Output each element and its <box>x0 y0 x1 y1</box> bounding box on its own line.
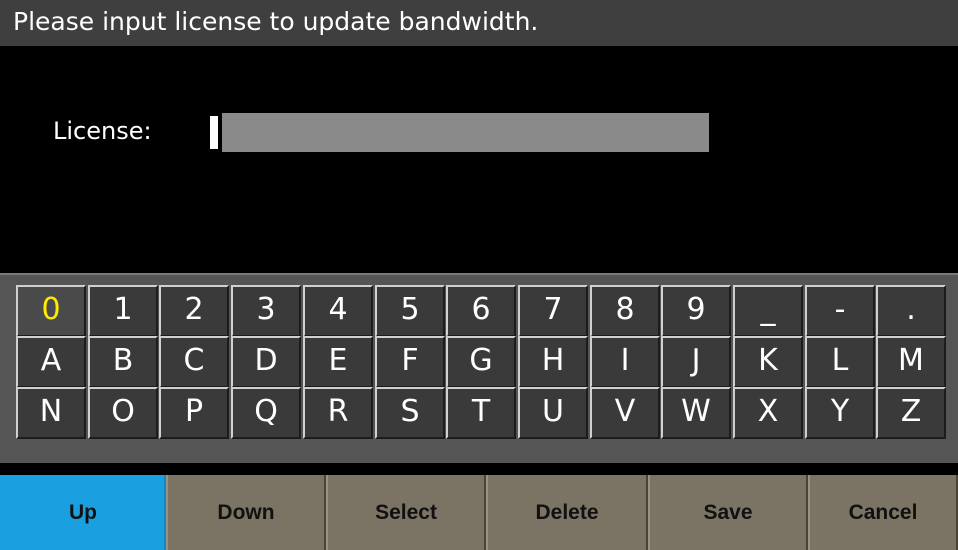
key-4[interactable]: 4 <box>303 285 373 337</box>
key-n[interactable]: N <box>16 387 86 439</box>
key-c[interactable]: C <box>159 336 229 388</box>
key-1[interactable]: 1 <box>88 285 158 337</box>
key-9[interactable]: 9 <box>661 285 731 337</box>
license-entry-area: License: <box>0 46 958 273</box>
license-dialog: Please input license to update bandwidth… <box>0 0 958 550</box>
key-g[interactable]: G <box>446 336 516 388</box>
key-l[interactable]: L <box>805 336 875 388</box>
key-hyphen[interactable]: - <box>805 285 875 337</box>
key-period[interactable]: . <box>876 285 946 337</box>
license-label: License: <box>53 117 152 145</box>
virtual-keyboard: 0 1 2 3 4 5 6 7 8 9 _ -. ABCDEFGHIJKLM NOPQRSTUVWXY… <box>0 273 958 463</box>
key-j[interactable]: J <box>661 336 731 388</box>
license-input[interactable] <box>222 113 709 152</box>
key-s[interactable]: S <box>375 387 445 439</box>
key-e[interactable]: E <box>303 336 373 388</box>
key-2[interactable]: 2 <box>159 285 229 337</box>
key-w[interactable]: W <box>661 387 731 439</box>
key-i[interactable]: I <box>590 336 660 388</box>
key-r[interactable]: R <box>303 387 373 439</box>
key-o[interactable]: O <box>88 387 158 439</box>
softkey-bar: Up Down Select Delete Save Cancel <box>0 475 958 550</box>
dialog-title: Please input license to update bandwidth… <box>0 0 958 46</box>
delete-button[interactable]: Delete <box>486 475 648 550</box>
key-m[interactable]: M <box>876 336 946 388</box>
key-5[interactable]: 5 <box>375 285 445 337</box>
text-cursor <box>210 116 218 149</box>
key-v[interactable]: V <box>590 387 660 439</box>
key-q[interactable]: Q <box>231 387 301 439</box>
key-0[interactable]: 0 <box>16 285 86 337</box>
down-button[interactable]: Down <box>166 475 326 550</box>
key-6[interactable]: 6 <box>446 285 516 337</box>
key-f[interactable]: F <box>375 336 445 388</box>
key-8[interactable]: 8 <box>590 285 660 337</box>
key-b[interactable]: B <box>88 336 158 388</box>
key-d[interactable]: D <box>231 336 301 388</box>
key-k[interactable]: K <box>733 336 803 388</box>
key-x[interactable]: X <box>733 387 803 439</box>
key-u[interactable]: U <box>518 387 588 439</box>
key-3[interactable]: 3 <box>231 285 301 337</box>
key-y[interactable]: Y <box>805 387 875 439</box>
key-t[interactable]: T <box>446 387 516 439</box>
key-z[interactable]: Z <box>876 387 946 439</box>
key-7[interactable]: 7 <box>518 285 588 337</box>
key-underscore[interactable]: _ <box>733 285 803 337</box>
select-button[interactable]: Select <box>326 475 486 550</box>
key-h[interactable]: H <box>518 336 588 388</box>
save-button[interactable]: Save <box>648 475 808 550</box>
up-button[interactable]: Up <box>0 475 166 550</box>
key-p[interactable]: P <box>159 387 229 439</box>
cancel-button[interactable]: Cancel <box>808 475 958 550</box>
key-a[interactable]: A <box>16 336 86 388</box>
